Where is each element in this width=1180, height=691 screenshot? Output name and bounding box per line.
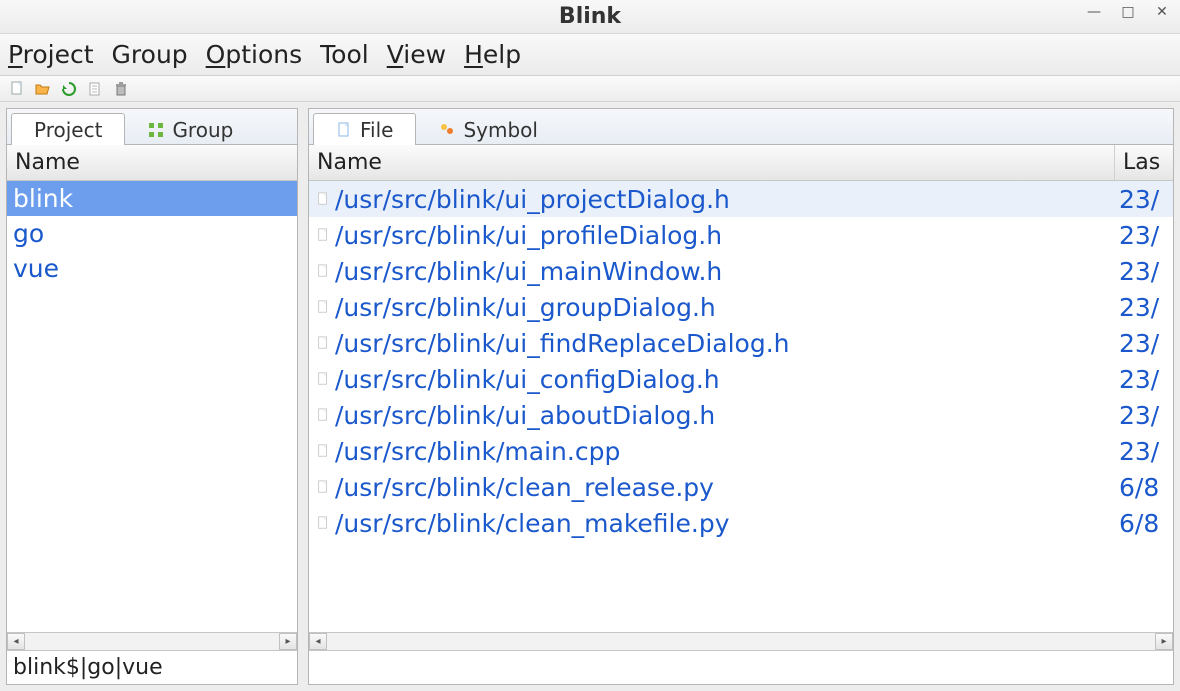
toolbar	[0, 76, 1180, 102]
file-path: /usr/src/blink/ui_profileDialog.h	[331, 221, 1115, 250]
tab-file[interactable]: File	[313, 113, 416, 145]
refresh-icon[interactable]	[60, 80, 78, 98]
tab-symbol-label: Symbol	[463, 118, 538, 142]
titlebar: Blink — □ ✕	[0, 0, 1180, 34]
tab-group[interactable]: Group	[125, 113, 256, 145]
right-col-name[interactable]: Name	[309, 145, 1115, 180]
file-icon	[309, 228, 331, 242]
file-row[interactable]: /usr/src/blink/clean_release.py6/8	[309, 469, 1173, 505]
symbol-icon	[439, 122, 455, 138]
right-col-last[interactable]: Las	[1115, 145, 1173, 180]
file-path: /usr/src/blink/main.cpp	[331, 437, 1115, 466]
file-date: 23/	[1115, 293, 1173, 322]
maximize-button[interactable]: □	[1118, 4, 1138, 20]
file-row[interactable]: /usr/src/blink/ui_findReplaceDialog.h23/	[309, 325, 1173, 361]
close-button[interactable]: ✕	[1152, 4, 1172, 20]
menu-help[interactable]: Help	[464, 40, 521, 69]
file-path: /usr/src/blink/clean_makefile.py	[331, 509, 1115, 538]
left-tabs: Project Group	[7, 109, 297, 145]
right-filter-wrap	[309, 650, 1173, 684]
file-date: 23/	[1115, 437, 1173, 466]
tab-project[interactable]: Project	[11, 113, 125, 145]
file-date: 23/	[1115, 365, 1173, 394]
tab-file-label: File	[360, 118, 393, 142]
file-list: /usr/src/blink/ui_projectDialog.h23//usr…	[309, 181, 1173, 632]
tab-project-label: Project	[34, 118, 102, 142]
file-icon	[336, 122, 352, 138]
file-date: 23/	[1115, 257, 1173, 286]
file-icon	[309, 300, 331, 314]
file-filter-input[interactable]	[309, 651, 1173, 684]
left-col-name[interactable]: Name	[7, 145, 297, 180]
file-date: 23/	[1115, 221, 1173, 250]
trash-icon[interactable]	[112, 80, 130, 98]
left-scrollbar[interactable]: ◂ ▸	[7, 632, 297, 650]
new-file-icon[interactable]	[8, 80, 26, 98]
file-date: 6/8	[1115, 473, 1173, 502]
file-icon	[309, 372, 331, 386]
window-title: Blink	[559, 4, 621, 29]
scroll-left-icon[interactable]: ◂	[7, 633, 25, 650]
right-table-header: Name Las	[309, 145, 1173, 181]
file-date: 23/	[1115, 401, 1173, 430]
menubar: Project Group Options Tool View Help	[0, 34, 1180, 76]
file-row[interactable]: /usr/src/blink/ui_mainWindow.h23/	[309, 253, 1173, 289]
file-icon	[309, 336, 331, 350]
file-icon	[309, 480, 331, 494]
file-row[interactable]: /usr/src/blink/clean_makefile.py6/8	[309, 505, 1173, 541]
project-list: blinkgovue	[7, 181, 297, 632]
menu-tool[interactable]: Tool	[320, 40, 369, 69]
tab-symbol[interactable]: Symbol	[416, 113, 561, 145]
file-row[interactable]: /usr/src/blink/ui_projectDialog.h23/	[309, 181, 1173, 217]
file-path: /usr/src/blink/ui_mainWindow.h	[331, 257, 1115, 286]
file-path: /usr/src/blink/ui_projectDialog.h	[331, 185, 1115, 214]
file-path: /usr/src/blink/ui_configDialog.h	[331, 365, 1115, 394]
scroll-left-icon[interactable]: ◂	[309, 633, 327, 650]
file-path: /usr/src/blink/ui_aboutDialog.h	[331, 401, 1115, 430]
tab-group-label: Group	[172, 118, 233, 142]
document-icon[interactable]	[86, 80, 104, 98]
project-row[interactable]: blink	[7, 181, 297, 216]
file-date: 23/	[1115, 185, 1173, 214]
file-row[interactable]: /usr/src/blink/main.cpp23/	[309, 433, 1173, 469]
file-path: /usr/src/blink/clean_release.py	[331, 473, 1115, 502]
file-icon	[309, 264, 331, 278]
file-icon	[309, 408, 331, 422]
left-filter-wrap	[7, 650, 297, 684]
file-icon	[309, 444, 331, 458]
right-panel: File Symbol Name Las /usr/src/blink/ui_p…	[308, 108, 1174, 685]
file-row[interactable]: /usr/src/blink/ui_groupDialog.h23/	[309, 289, 1173, 325]
file-row[interactable]: /usr/src/blink/ui_profileDialog.h23/	[309, 217, 1173, 253]
project-row[interactable]: vue	[7, 251, 297, 286]
file-row[interactable]: /usr/src/blink/ui_aboutDialog.h23/	[309, 397, 1173, 433]
right-scrollbar[interactable]: ◂ ▸	[309, 632, 1173, 650]
file-date: 6/8	[1115, 509, 1173, 538]
menu-group[interactable]: Group	[112, 40, 188, 69]
menu-view[interactable]: View	[387, 40, 446, 69]
file-icon	[309, 516, 331, 530]
scroll-right-icon[interactable]: ▸	[279, 633, 297, 650]
file-path: /usr/src/blink/ui_groupDialog.h	[331, 293, 1115, 322]
file-icon	[309, 192, 331, 206]
project-row[interactable]: go	[7, 216, 297, 251]
open-folder-icon[interactable]	[34, 80, 52, 98]
right-tabs: File Symbol	[309, 109, 1173, 145]
menu-options[interactable]: Options	[206, 40, 302, 69]
scroll-right-icon[interactable]: ▸	[1155, 633, 1173, 650]
left-panel: Project Group Name blinkgovue ◂ ▸	[6, 108, 298, 685]
project-filter-input[interactable]	[7, 651, 297, 684]
left-table-header: Name	[7, 145, 297, 181]
file-date: 23/	[1115, 329, 1173, 358]
group-icon	[148, 122, 164, 138]
minimize-button[interactable]: —	[1084, 4, 1104, 20]
menu-project[interactable]: Project	[8, 40, 94, 69]
file-path: /usr/src/blink/ui_findReplaceDialog.h	[331, 329, 1115, 358]
file-row[interactable]: /usr/src/blink/ui_configDialog.h23/	[309, 361, 1173, 397]
